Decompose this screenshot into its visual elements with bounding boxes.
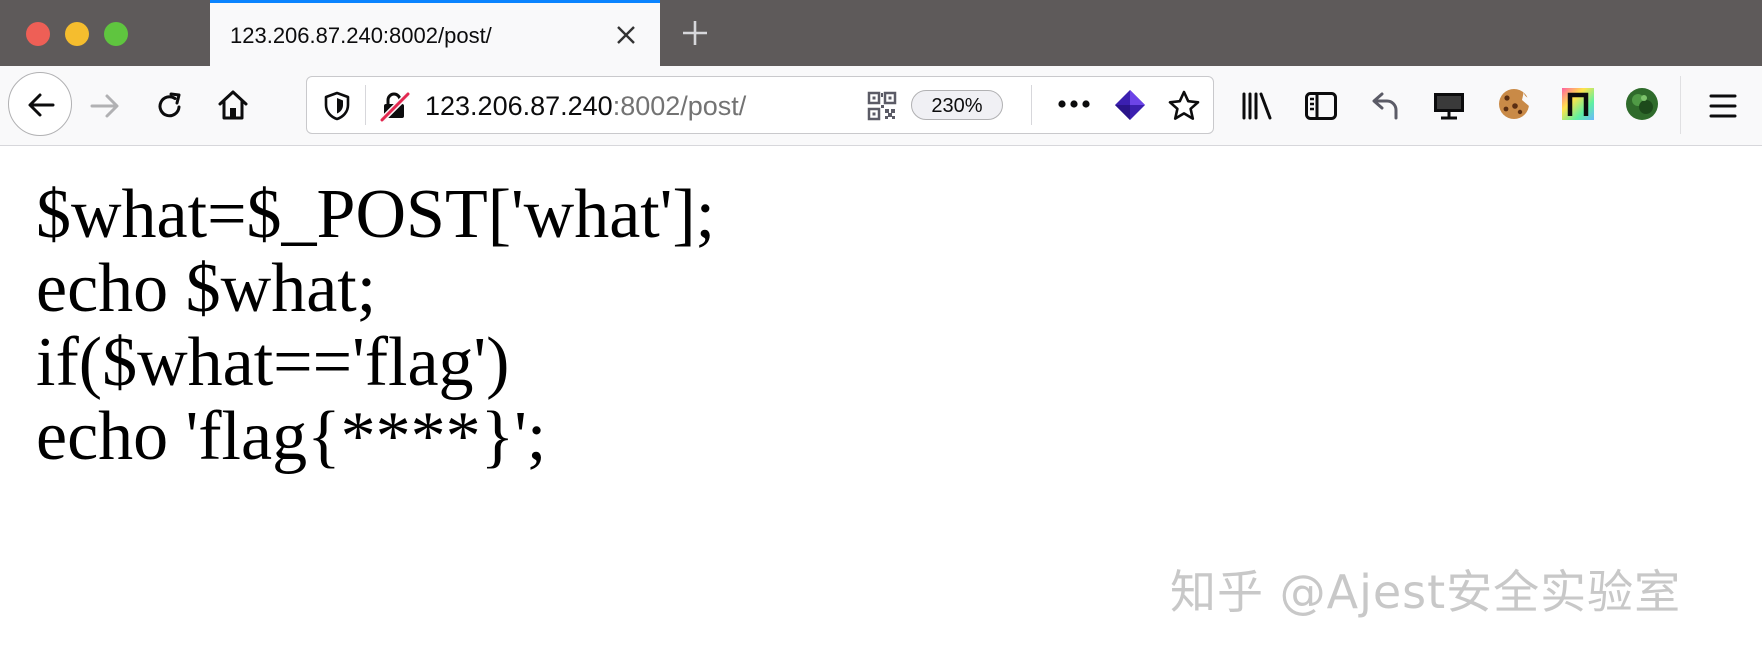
- close-window-button[interactable]: [26, 22, 50, 46]
- code-line: if($what=='flag'): [36, 324, 510, 401]
- qr-code-icon[interactable]: [867, 91, 897, 121]
- url-bar-separator: [365, 85, 366, 125]
- shield-icon[interactable]: [323, 91, 351, 121]
- zoom-level-button[interactable]: 230%: [911, 90, 1003, 120]
- toolbar-separator: [1680, 76, 1681, 134]
- extension-badge-icon[interactable]: [1560, 86, 1596, 122]
- back-icon: [28, 93, 55, 117]
- tab-strip: 123.206.87.240:8002/post/: [0, 0, 1762, 66]
- forward-icon[interactable]: [88, 90, 122, 122]
- tab-title: 123.206.87.240:8002/post/: [230, 23, 492, 48]
- url-bar-separator: [1031, 85, 1032, 125]
- new-tab-icon[interactable]: [680, 18, 710, 48]
- code-line: echo 'flag{****}';: [36, 398, 547, 475]
- menu-icon[interactable]: [1708, 92, 1738, 120]
- url-bar[interactable]: 123.206.87.240:8002/post/ 230%: [306, 76, 1214, 134]
- page-content: $what=$_POST['what']; echo $what; if($wh…: [36, 178, 715, 474]
- url-text[interactable]: 123.206.87.240:8002/post/: [425, 91, 746, 122]
- zoom-window-button[interactable]: [104, 22, 128, 46]
- code-line: $what=$_POST['what'];: [36, 176, 716, 253]
- monitor-icon[interactable]: [1432, 90, 1466, 122]
- undo-icon[interactable]: [1370, 90, 1402, 122]
- close-tab-icon[interactable]: [614, 23, 638, 47]
- reload-icon[interactable]: [154, 90, 186, 122]
- more-icon[interactable]: [1057, 97, 1091, 111]
- library-icon[interactable]: [1240, 90, 1274, 122]
- insecure-lock-icon[interactable]: [379, 90, 411, 122]
- back-button[interactable]: [8, 72, 72, 136]
- home-icon[interactable]: [216, 88, 250, 122]
- tab-active[interactable]: 123.206.87.240:8002/post/: [210, 0, 660, 66]
- minimize-window-button[interactable]: [65, 22, 89, 46]
- star-icon[interactable]: [1167, 89, 1201, 123]
- avatar-icon[interactable]: [1624, 86, 1660, 122]
- url-host: 123.206.87.240: [425, 91, 613, 121]
- nav-bar: 123.206.87.240:8002/post/ 230%: [0, 66, 1762, 146]
- extension-cube-icon[interactable]: [1113, 88, 1147, 122]
- code-line: echo $what;: [36, 250, 377, 327]
- sidebar-icon[interactable]: [1304, 90, 1338, 122]
- cookie-icon[interactable]: [1496, 86, 1532, 122]
- url-path: :8002/post/: [612, 91, 747, 121]
- watermark: 知乎 @Ajest安全实验室: [1170, 565, 1682, 619]
